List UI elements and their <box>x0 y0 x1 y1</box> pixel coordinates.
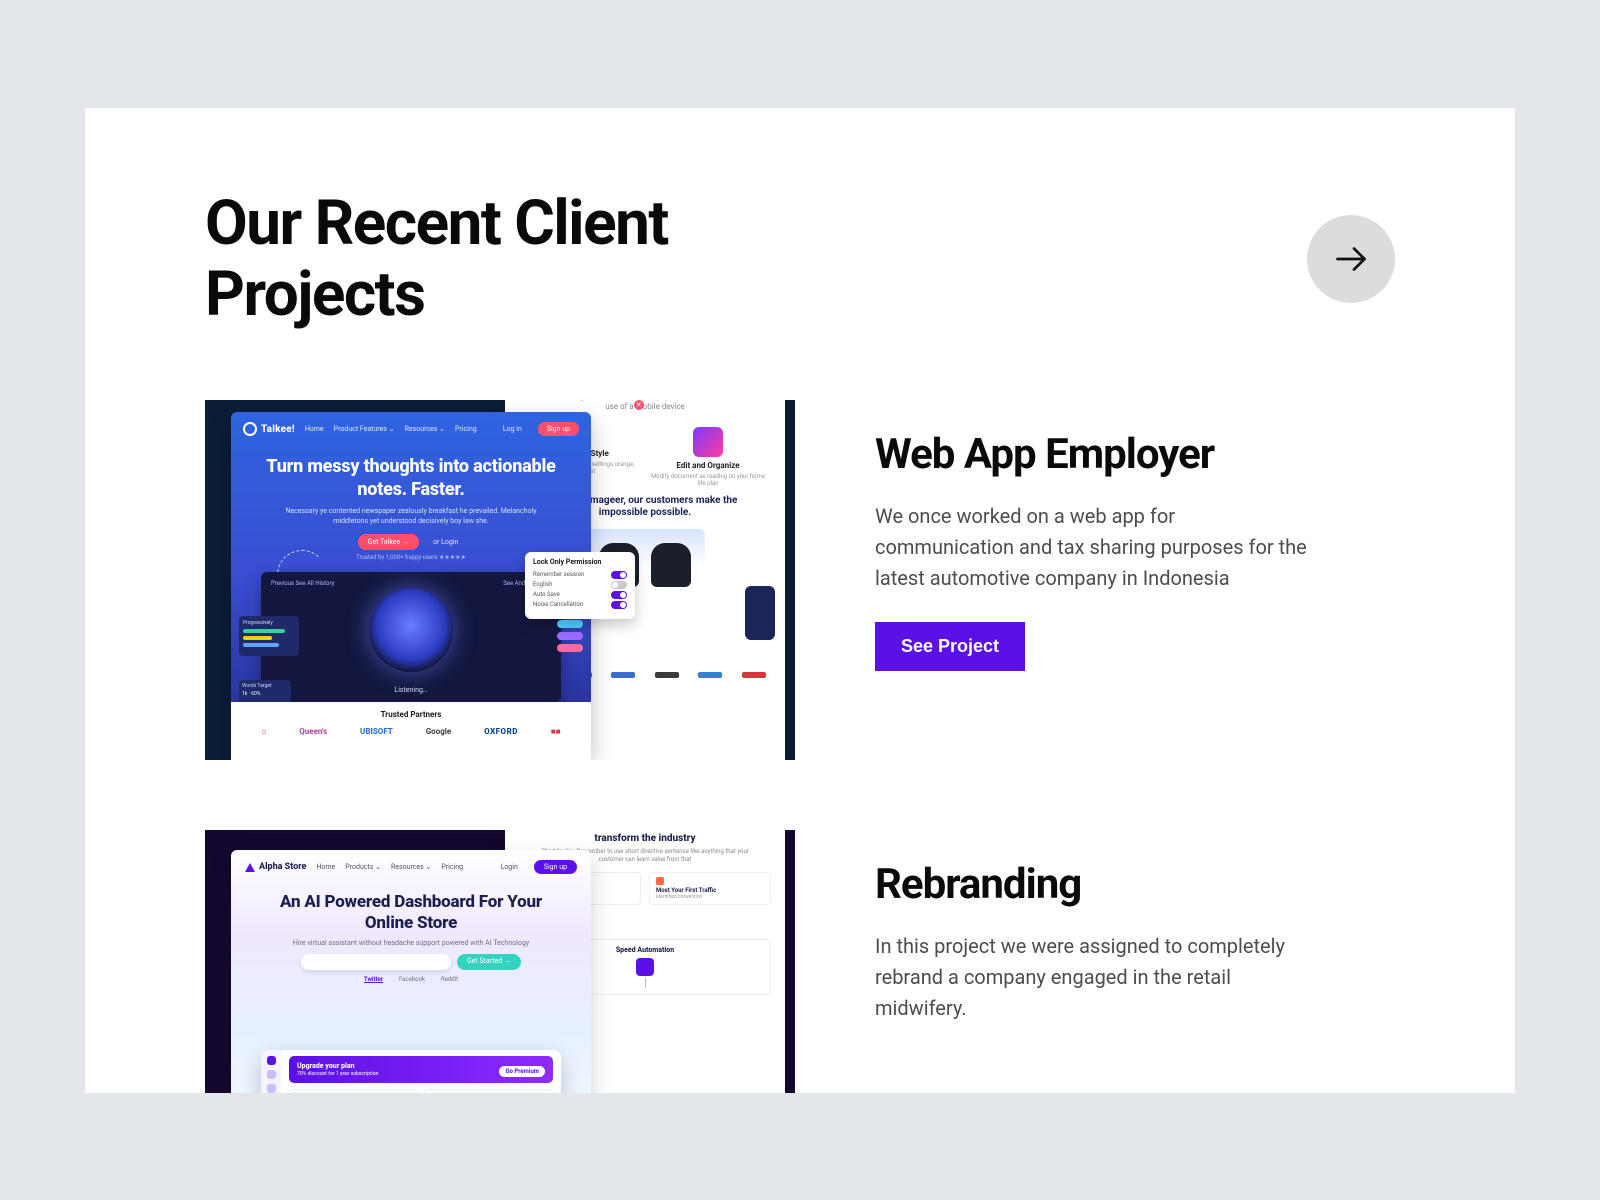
mock-cta-secondary: or Login <box>427 534 464 550</box>
projects-section: Our Recent Client Projects Mobile bankin… <box>85 108 1515 1093</box>
mock2-hero-sub: Hire virtual assistant without headache … <box>231 937 591 954</box>
mock-login: Log in <box>503 425 522 433</box>
mock2-login: Login <box>501 863 518 871</box>
mock-hero-title: Turn messy thoughts into actionable note… <box>231 446 591 503</box>
mock-progress-card: Progressively <box>239 616 299 656</box>
next-arrow-button[interactable] <box>1307 215 1395 303</box>
mock2-back-headline: Innovations in the field of ecommerce tr… <box>519 830 771 845</box>
close-icon: ✕ <box>634 400 644 410</box>
mock2-upgrade-banner: Upgrade your plan 70% discount for 1 yea… <box>289 1056 553 1083</box>
project-2-desc: In this project we were assigned to comp… <box>875 931 1315 1024</box>
mock-col2-title: Edit and Organize <box>650 461 766 470</box>
mock2-nav: Alpha Store Home Products ⌄ Resources ⌄ … <box>231 850 591 884</box>
mock2-front-card: Alpha Store Home Products ⌄ Resources ⌄ … <box>231 850 591 1092</box>
project-1-title: Web App Employer <box>875 430 1395 479</box>
section-title: Our Recent Client Projects <box>205 188 845 331</box>
project-2-info: Rebranding In this project we were assig… <box>875 830 1395 1092</box>
mock-listening-label: Listening… <box>261 686 561 694</box>
mock2-signup: Sign up <box>534 860 577 874</box>
project-1-desc: We once worked on a web app for communic… <box>875 501 1315 594</box>
project-2-title: Rebranding <box>875 860 1395 909</box>
mock-dash-label-left: Previous See All History <box>271 580 334 587</box>
project-1-info: Web App Employer We once worked on a web… <box>875 400 1395 760</box>
mock2-top-customers-card: Top Customers — — <box>424 1089 553 1092</box>
mock2-dash-sidebar <box>261 1050 281 1092</box>
mock-dashboard: Previous See All History See And Try Oth… <box>261 572 561 702</box>
mock-logo: Talkee! <box>243 422 295 436</box>
mock-nav: Talkee! Home Product Features ⌄ Resource… <box>231 412 591 446</box>
mock2-search-btn: Get Started → <box>457 954 521 970</box>
mock2-storage-card: Storage <box>289 1089 418 1092</box>
project-row-2: Innovations in the field of ecommerce tr… <box>205 830 1395 1092</box>
project-2-thumbnail: Innovations in the field of ecommerce tr… <box>205 830 795 1092</box>
arrow-right-icon <box>1333 241 1369 277</box>
mock2-dashboard: Upgrade your plan 70% discount for 1 yea… <box>261 1050 561 1092</box>
mock-settings-popover: Lock Only Permission Remember session En… <box>525 552 635 619</box>
mock-hero-sub: Necessary ye contented newspaper zealous… <box>231 503 591 528</box>
phone-mock-icon <box>745 586 775 640</box>
see-project-button[interactable]: See Project <box>875 622 1025 671</box>
mock2-search-input <box>301 954 451 970</box>
section-header: Our Recent Client Projects <box>205 188 1395 331</box>
mock-partners-band: Trusted Partners ⌂ Queen's UBISOFT Googl… <box>231 702 591 760</box>
mock2-hero-title: An AI Powered Dashboard For Your Online … <box>231 884 591 937</box>
mock2-logo: Alpha Store <box>245 862 306 872</box>
mock-col2-sub: Modify document as reading on your home … <box>650 473 766 487</box>
mock-nav-links: Home Product Features ⌄ Resources ⌄ Pric… <box>305 425 477 433</box>
mock2-hero-tabs: Twitter Facebook Reddit <box>231 976 591 983</box>
mock-cta-primary: Get Talkee → <box>358 534 419 550</box>
project-1-thumbnail: Mobile banking differs from mobile payme… <box>205 400 795 760</box>
orb-visual-icon <box>369 588 453 672</box>
mock-signup: Sign up <box>538 422 579 436</box>
project-row-1: Mobile banking differs from mobile payme… <box>205 400 1395 760</box>
